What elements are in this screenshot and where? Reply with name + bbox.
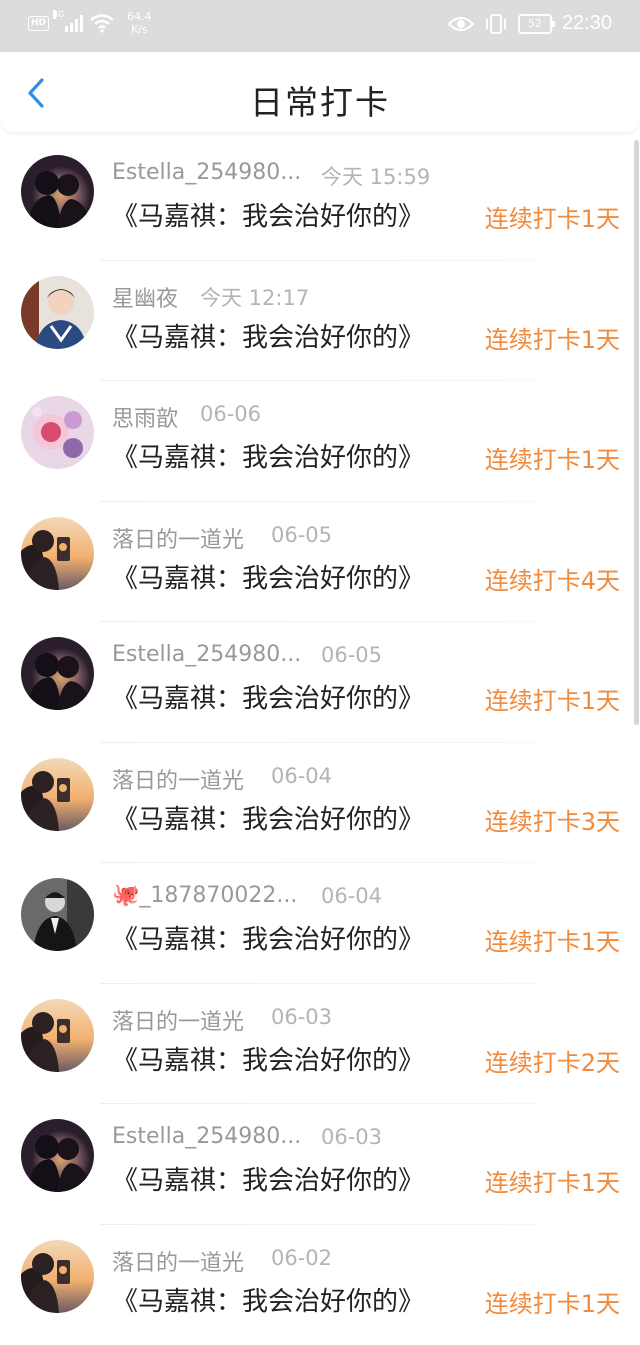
avatar[interactable] [21, 1240, 94, 1313]
book-title[interactable]: 《马嘉祺：我会治好你的》 [112, 1281, 424, 1318]
list-item[interactable]: 🐙_187870022... 06-04 《马嘉祺：我会治好你的》 连续打卡1天 [0, 863, 640, 984]
list-item[interactable]: 星幽夜今天 12:17 《马嘉祺：我会治好你的》 连续打卡1天 [0, 261, 640, 382]
avatar[interactable] [21, 878, 94, 951]
clock: 22:30 [562, 12, 612, 35]
book-title[interactable]: 《马嘉祺：我会治好你的》 [112, 919, 424, 956]
user-name[interactable]: 思雨歆 [112, 401, 178, 433]
checkin-time: 06-03 [271, 1005, 332, 1029]
avatar[interactable] [21, 758, 94, 831]
streak-label: 连续打卡3天 [485, 802, 620, 837]
checkin-time: 06-06 [200, 402, 261, 426]
checkin-time: 06-05 [271, 523, 332, 547]
status-left: HD 4G 64.4 K/s [28, 10, 152, 36]
battery-icon: 52 [518, 14, 552, 34]
user-name[interactable]: Estella_254980... [112, 160, 301, 185]
user-name[interactable]: Estella_254980... [112, 1124, 301, 1149]
list-item[interactable]: 落日的一道光 06-02 《马嘉祺：我会治好你的》 连续打卡1天 [0, 1225, 640, 1345]
avatar[interactable] [21, 517, 94, 590]
book-title[interactable]: 《马嘉祺：我会治好你的》 [112, 317, 424, 354]
streak-label: 连续打卡1天 [485, 1284, 620, 1319]
book-title[interactable]: 《马嘉祺：我会治好你的》 [112, 558, 424, 595]
user-name[interactable]: 🐙_187870022... [112, 883, 297, 908]
streak-label: 连续打卡1天 [485, 199, 620, 234]
streak-label: 连续打卡1天 [485, 320, 620, 355]
speed-value: 64.4 [127, 10, 152, 23]
user-name[interactable]: 落日的一道光 [112, 522, 244, 554]
avatar[interactable] [21, 155, 94, 228]
list-item[interactable]: 落日的一道光 06-05 《马嘉祺：我会治好你的》 连续打卡4天 [0, 502, 640, 623]
page-title: 日常打卡 [0, 76, 640, 124]
signal-icon: 4G [55, 14, 83, 32]
list-item[interactable]: 落日的一道光 06-03 《马嘉祺：我会治好你的》 连续打卡2天 [0, 984, 640, 1105]
user-name[interactable]: Estella_254980... [112, 642, 301, 667]
checkin-time: 今天 15:59 [321, 161, 430, 191]
streak-label: 连续打卡4天 [485, 561, 620, 596]
streak-label: 连续打卡1天 [485, 681, 620, 716]
list-item[interactable]: Estella_254980... 06-03 《马嘉祺：我会治好你的》 连续打卡1天 [0, 1104, 640, 1225]
checkin-list: Estella_254980...今天 15:59《马嘉祺：我会治好你的》连续打… [0, 140, 640, 1345]
streak-label: 连续打卡2天 [485, 1043, 620, 1078]
streak-label: 连续打卡1天 [485, 922, 620, 957]
streak-label: 连续打卡1天 [485, 440, 620, 475]
user-name[interactable]: 星幽夜 [112, 281, 178, 313]
avatar[interactable] [21, 637, 94, 710]
hd-badge: HD [28, 16, 49, 31]
checkin-time: 06-03 [321, 1125, 382, 1149]
checkin-time: 06-02 [271, 1246, 332, 1270]
book-title[interactable]: 《马嘉祺：我会治好你的》 [112, 1160, 424, 1197]
checkin-time: 06-05 [321, 643, 382, 667]
status-bar: HD 4G 64.4 K/s 52 22:30 [0, 0, 640, 52]
scrollbar[interactable] [634, 140, 639, 725]
streak-label: 连续打卡1天 [485, 1163, 620, 1198]
book-title[interactable]: 《马嘉祺：我会治好你的》 [112, 437, 424, 474]
avatar[interactable] [21, 1119, 94, 1192]
avatar[interactable] [21, 276, 94, 349]
avatar[interactable] [21, 396, 94, 469]
list-item[interactable]: Estella_254980... 今天 15:59 《马嘉祺：我会治好你的》 连续打… [0, 140, 640, 261]
user-name[interactable]: 落日的一道光 [112, 763, 244, 795]
nav-bar: 日常打卡 [0, 52, 640, 132]
network-speed: 64.4 K/s [127, 10, 152, 36]
book-title[interactable]: 《马嘉祺：我会治好你的》 [112, 196, 424, 233]
status-right: 52 22:30 [448, 12, 612, 35]
avatar[interactable] [21, 999, 94, 1072]
book-title[interactable]: 《马嘉祺：我会治好你的》 [112, 678, 424, 715]
list-item[interactable]: 落日的一道光 06-04 《马嘉祺：我会治好你的》 连续打卡3天 [0, 743, 640, 864]
checkin-time: 06-04 [271, 764, 332, 788]
eye-icon [448, 15, 474, 33]
user-name[interactable]: 落日的一道光 [112, 1004, 244, 1036]
list-item[interactable]: 思雨歆 06-06 《马嘉祺：我会治好你的》 连续打卡1天 [0, 381, 640, 502]
list-item[interactable]: Estella_254980... 06-05 《马嘉祺：我会治好你的》 连续打卡1天 [0, 622, 640, 743]
speed-unit: K/s [131, 23, 148, 36]
book-title[interactable]: 《马嘉祺：我会治好你的》 [112, 1040, 424, 1077]
vibrate-icon [484, 14, 508, 34]
network-type: 4G [53, 10, 56, 19]
checkin-time: 今天 12:17 [200, 282, 309, 312]
wifi-icon [89, 13, 115, 33]
checkin-time: 06-04 [321, 884, 382, 908]
user-name[interactable]: 落日的一道光 [112, 1245, 244, 1277]
book-title[interactable]: 《马嘉祺：我会治好你的》 [112, 799, 424, 836]
